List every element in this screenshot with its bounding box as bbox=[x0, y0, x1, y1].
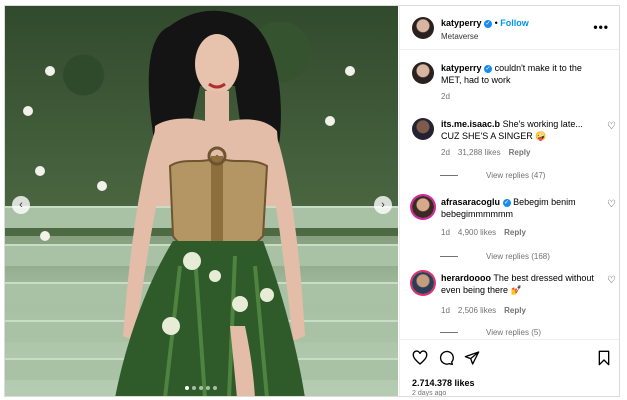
verified-badge-icon: ✓ bbox=[502, 198, 511, 207]
more-options-button[interactable]: ••• bbox=[593, 20, 609, 34]
comment-meta: 2d 31,288 likes Reply bbox=[441, 148, 530, 157]
header-user-line: katyperry ✓ • Follow bbox=[441, 18, 529, 28]
comment-text-block: afrasaracoglu ✓ Bebegim benim bebegimmmm… bbox=[441, 196, 601, 220]
like-heart-icon[interactable] bbox=[412, 350, 428, 366]
comment-time: 1d bbox=[441, 306, 450, 315]
caption-username[interactable]: katyperry bbox=[441, 63, 482, 73]
comment-like-heart-icon[interactable]: ♡ bbox=[607, 276, 617, 286]
reply-button[interactable]: Reply bbox=[504, 306, 526, 315]
view-replies-button[interactable]: View replies (47) bbox=[462, 171, 545, 180]
post-header: katyperry ✓ • Follow Metaverse ••• bbox=[400, 6, 619, 50]
comment-time: 1d bbox=[441, 228, 450, 237]
view-replies-button[interactable]: View replies (168) bbox=[462, 252, 550, 261]
comment-username[interactable]: herardoooo bbox=[441, 273, 491, 283]
comment-username[interactable]: afrasaracoglu bbox=[441, 197, 500, 207]
comment-likes[interactable]: 2,506 likes bbox=[458, 306, 496, 315]
next-image-button[interactable]: › bbox=[374, 196, 392, 214]
verified-badge-icon: ✓ bbox=[484, 64, 493, 73]
share-send-icon[interactable] bbox=[464, 350, 480, 366]
carousel-dot bbox=[213, 386, 217, 390]
caption-text-block: katyperry ✓ couldn't make it to the MET,… bbox=[441, 62, 601, 86]
avatar[interactable] bbox=[412, 196, 434, 218]
avatar[interactable] bbox=[412, 17, 434, 39]
carousel-dot bbox=[199, 386, 203, 390]
post-likes-count[interactable]: 2.714.378 likes bbox=[412, 378, 475, 388]
avatar[interactable] bbox=[412, 272, 434, 294]
reply-button[interactable]: Reply bbox=[504, 228, 526, 237]
comment-item: herardoooo The best dressed without even… bbox=[412, 272, 617, 342]
reply-button[interactable]: Reply bbox=[509, 148, 531, 157]
save-bookmark-icon[interactable] bbox=[596, 350, 612, 366]
carousel-indicator bbox=[185, 386, 217, 390]
carousel-dot bbox=[206, 386, 210, 390]
post-photo[interactable]: ‹ › bbox=[5, 6, 398, 396]
comment-likes[interactable]: 4,900 likes bbox=[458, 228, 496, 237]
comment-like-heart-icon[interactable]: ♡ bbox=[607, 122, 617, 132]
post-actions: 2.714.378 likes 2 days ago bbox=[400, 339, 619, 397]
carousel-dot bbox=[192, 386, 196, 390]
header-separator: • bbox=[494, 18, 498, 28]
post-modal: ‹ › katyperry ✓ • Follow Metaverse ••• k… bbox=[4, 5, 620, 397]
carousel-dot bbox=[185, 386, 189, 390]
previous-image-button[interactable]: ‹ bbox=[12, 196, 30, 214]
photo-person bbox=[115, 10, 305, 396]
comment-item: afrasaracoglu ✓ Bebegim benim bebegimmmm… bbox=[412, 196, 617, 266]
verified-badge-icon: ✓ bbox=[484, 19, 493, 28]
location-link[interactable]: Metaverse bbox=[441, 32, 478, 41]
comment-icon[interactable] bbox=[438, 350, 454, 366]
comment-meta: 1d 4,900 likes Reply bbox=[441, 228, 526, 237]
comment-text-block: its.me.isaac.b She's working late... CUZ… bbox=[441, 118, 601, 142]
follow-button[interactable]: Follow bbox=[500, 18, 529, 28]
comment-likes[interactable]: 31,288 likes bbox=[458, 148, 501, 157]
comments-panel: katyperry ✓ • Follow Metaverse ••• katyp… bbox=[399, 6, 619, 397]
header-username[interactable]: katyperry bbox=[441, 18, 482, 28]
caption-time: 2d bbox=[441, 92, 450, 101]
post-time-ago: 2 days ago bbox=[412, 390, 447, 397]
view-replies-button[interactable]: View replies (5) bbox=[462, 328, 541, 337]
comment-item: its.me.isaac.b She's working late... CUZ… bbox=[412, 118, 617, 188]
caption-meta: 2d bbox=[441, 92, 450, 101]
comment-username[interactable]: its.me.isaac.b bbox=[441, 119, 500, 129]
comment-time: 2d bbox=[441, 148, 450, 157]
comment-meta: 1d 2,506 likes Reply bbox=[441, 306, 526, 315]
avatar[interactable] bbox=[412, 118, 434, 140]
avatar[interactable] bbox=[412, 62, 434, 84]
comment-text-block: herardoooo The best dressed without even… bbox=[441, 272, 601, 296]
comment-like-heart-icon[interactable]: ♡ bbox=[607, 200, 617, 210]
post-caption: katyperry ✓ couldn't make it to the MET,… bbox=[412, 62, 617, 106]
